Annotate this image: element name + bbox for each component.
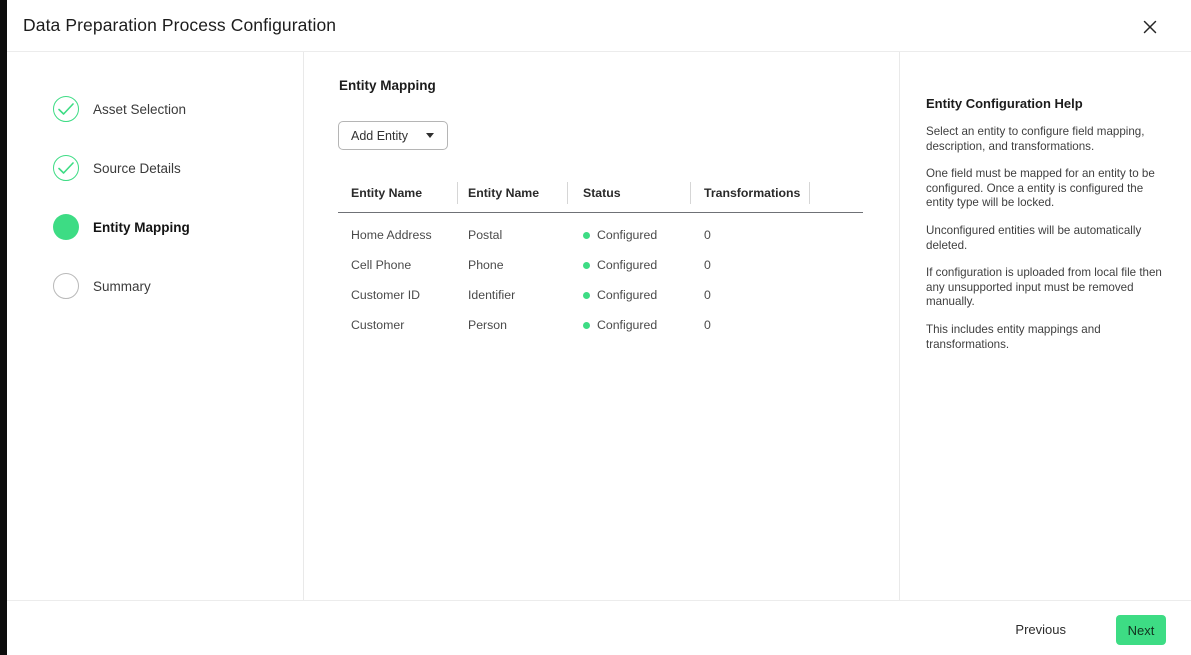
help-paragraph: This includes entity mappings and transf…: [926, 323, 1166, 352]
cell-entity-type: Person: [468, 318, 507, 332]
help-paragraph: Select an entity to configure field mapp…: [926, 125, 1166, 154]
entity-table: Entity Name Entity Name Status Transform…: [338, 180, 863, 341]
cell-transformations: 0: [704, 228, 711, 242]
stepper-item-summary[interactable]: Summary: [53, 272, 151, 300]
table-row[interactable]: Cell Phone Phone Configured 0: [338, 251, 863, 281]
cell-entity-type: Postal: [468, 228, 502, 242]
help-paragraph: Unconfigured entities will be automatica…: [926, 224, 1166, 253]
status-label: Configured: [597, 228, 657, 242]
column-divider: [690, 182, 691, 204]
column-divider: [567, 182, 568, 204]
cell-entity-name: Customer: [351, 318, 404, 332]
close-icon[interactable]: [1137, 14, 1163, 40]
stepper-item-label: Summary: [93, 279, 151, 294]
stepper-item-label: Asset Selection: [93, 102, 186, 117]
step-complete-icon: [53, 96, 79, 122]
table-row[interactable]: Home Address Postal Configured 0: [338, 221, 863, 251]
previous-button[interactable]: Previous: [1015, 622, 1066, 637]
cell-transformations: 0: [704, 288, 711, 302]
cell-entity-name: Home Address: [351, 228, 432, 242]
stepper-item-label: Entity Mapping: [93, 220, 190, 235]
chevron-down-icon: [426, 133, 434, 138]
table-row[interactable]: Customer Person Configured 0: [338, 311, 863, 341]
close-icon-glyph: [1143, 20, 1157, 34]
table-row[interactable]: Customer ID Identifier Configured 0: [338, 281, 863, 311]
add-entity-label: Add Entity: [351, 129, 408, 143]
cell-entity-name: Customer ID: [351, 288, 420, 302]
entity-mapping-panel: Entity Mapping Add Entity Entity Name En…: [305, 52, 898, 600]
column-divider: [457, 182, 458, 204]
column-header-status[interactable]: Status: [583, 186, 621, 200]
cell-entity-type: Identifier: [468, 288, 515, 302]
status-dot-icon: [583, 292, 590, 299]
stepper-item-asset-selection[interactable]: Asset Selection: [53, 95, 186, 123]
help-paragraph: If configuration is uploaded from local …: [926, 266, 1166, 310]
dialog-titlebar: Data Preparation Process Configuration: [7, 0, 1191, 52]
status-label: Configured: [597, 318, 657, 332]
status-badge: Configured: [583, 318, 657, 332]
cell-transformations: 0: [704, 318, 711, 332]
help-paragraph: One field must be mapped for an entity t…: [926, 167, 1166, 211]
next-button[interactable]: Next: [1116, 615, 1166, 645]
data-preparation-dialog: Data Preparation Process Configuration A…: [7, 0, 1191, 655]
column-divider: [809, 182, 810, 204]
cell-entity-type: Phone: [468, 258, 504, 272]
table-header-row: Entity Name Entity Name Status Transform…: [338, 180, 863, 213]
stepper-item-label: Source Details: [93, 161, 181, 176]
wizard-stepper: Asset Selection Source Details Entity Ma…: [7, 52, 304, 600]
step-current-icon: [53, 214, 79, 240]
dialog-title: Data Preparation Process Configuration: [23, 15, 336, 36]
dialog-footer: Previous Next: [7, 600, 1191, 655]
stepper-item-source-details[interactable]: Source Details: [53, 154, 181, 182]
add-entity-button[interactable]: Add Entity: [338, 121, 448, 150]
check-icon: [58, 161, 75, 176]
help-panel: Entity Configuration Help Select an enti…: [899, 52, 1191, 600]
status-dot-icon: [583, 322, 590, 329]
column-header-entity-type[interactable]: Entity Name: [468, 186, 539, 200]
column-header-entity-name[interactable]: Entity Name: [351, 186, 422, 200]
status-label: Configured: [597, 288, 657, 302]
status-label: Configured: [597, 258, 657, 272]
window-left-edge: [0, 0, 7, 655]
status-badge: Configured: [583, 258, 657, 272]
cell-entity-name: Cell Phone: [351, 258, 411, 272]
status-dot-icon: [583, 262, 590, 269]
help-panel-body: Select an entity to configure field mapp…: [926, 125, 1166, 365]
cell-transformations: 0: [704, 258, 711, 272]
page-title: Entity Mapping: [339, 78, 436, 93]
help-panel-title: Entity Configuration Help: [926, 96, 1083, 111]
check-icon: [58, 102, 75, 117]
status-badge: Configured: [583, 288, 657, 302]
step-pending-icon: [53, 273, 79, 299]
step-complete-icon: [53, 155, 79, 181]
status-dot-icon: [583, 232, 590, 239]
stepper-item-entity-mapping[interactable]: Entity Mapping: [53, 213, 190, 241]
status-badge: Configured: [583, 228, 657, 242]
column-header-transformations[interactable]: Transformations: [704, 186, 800, 200]
